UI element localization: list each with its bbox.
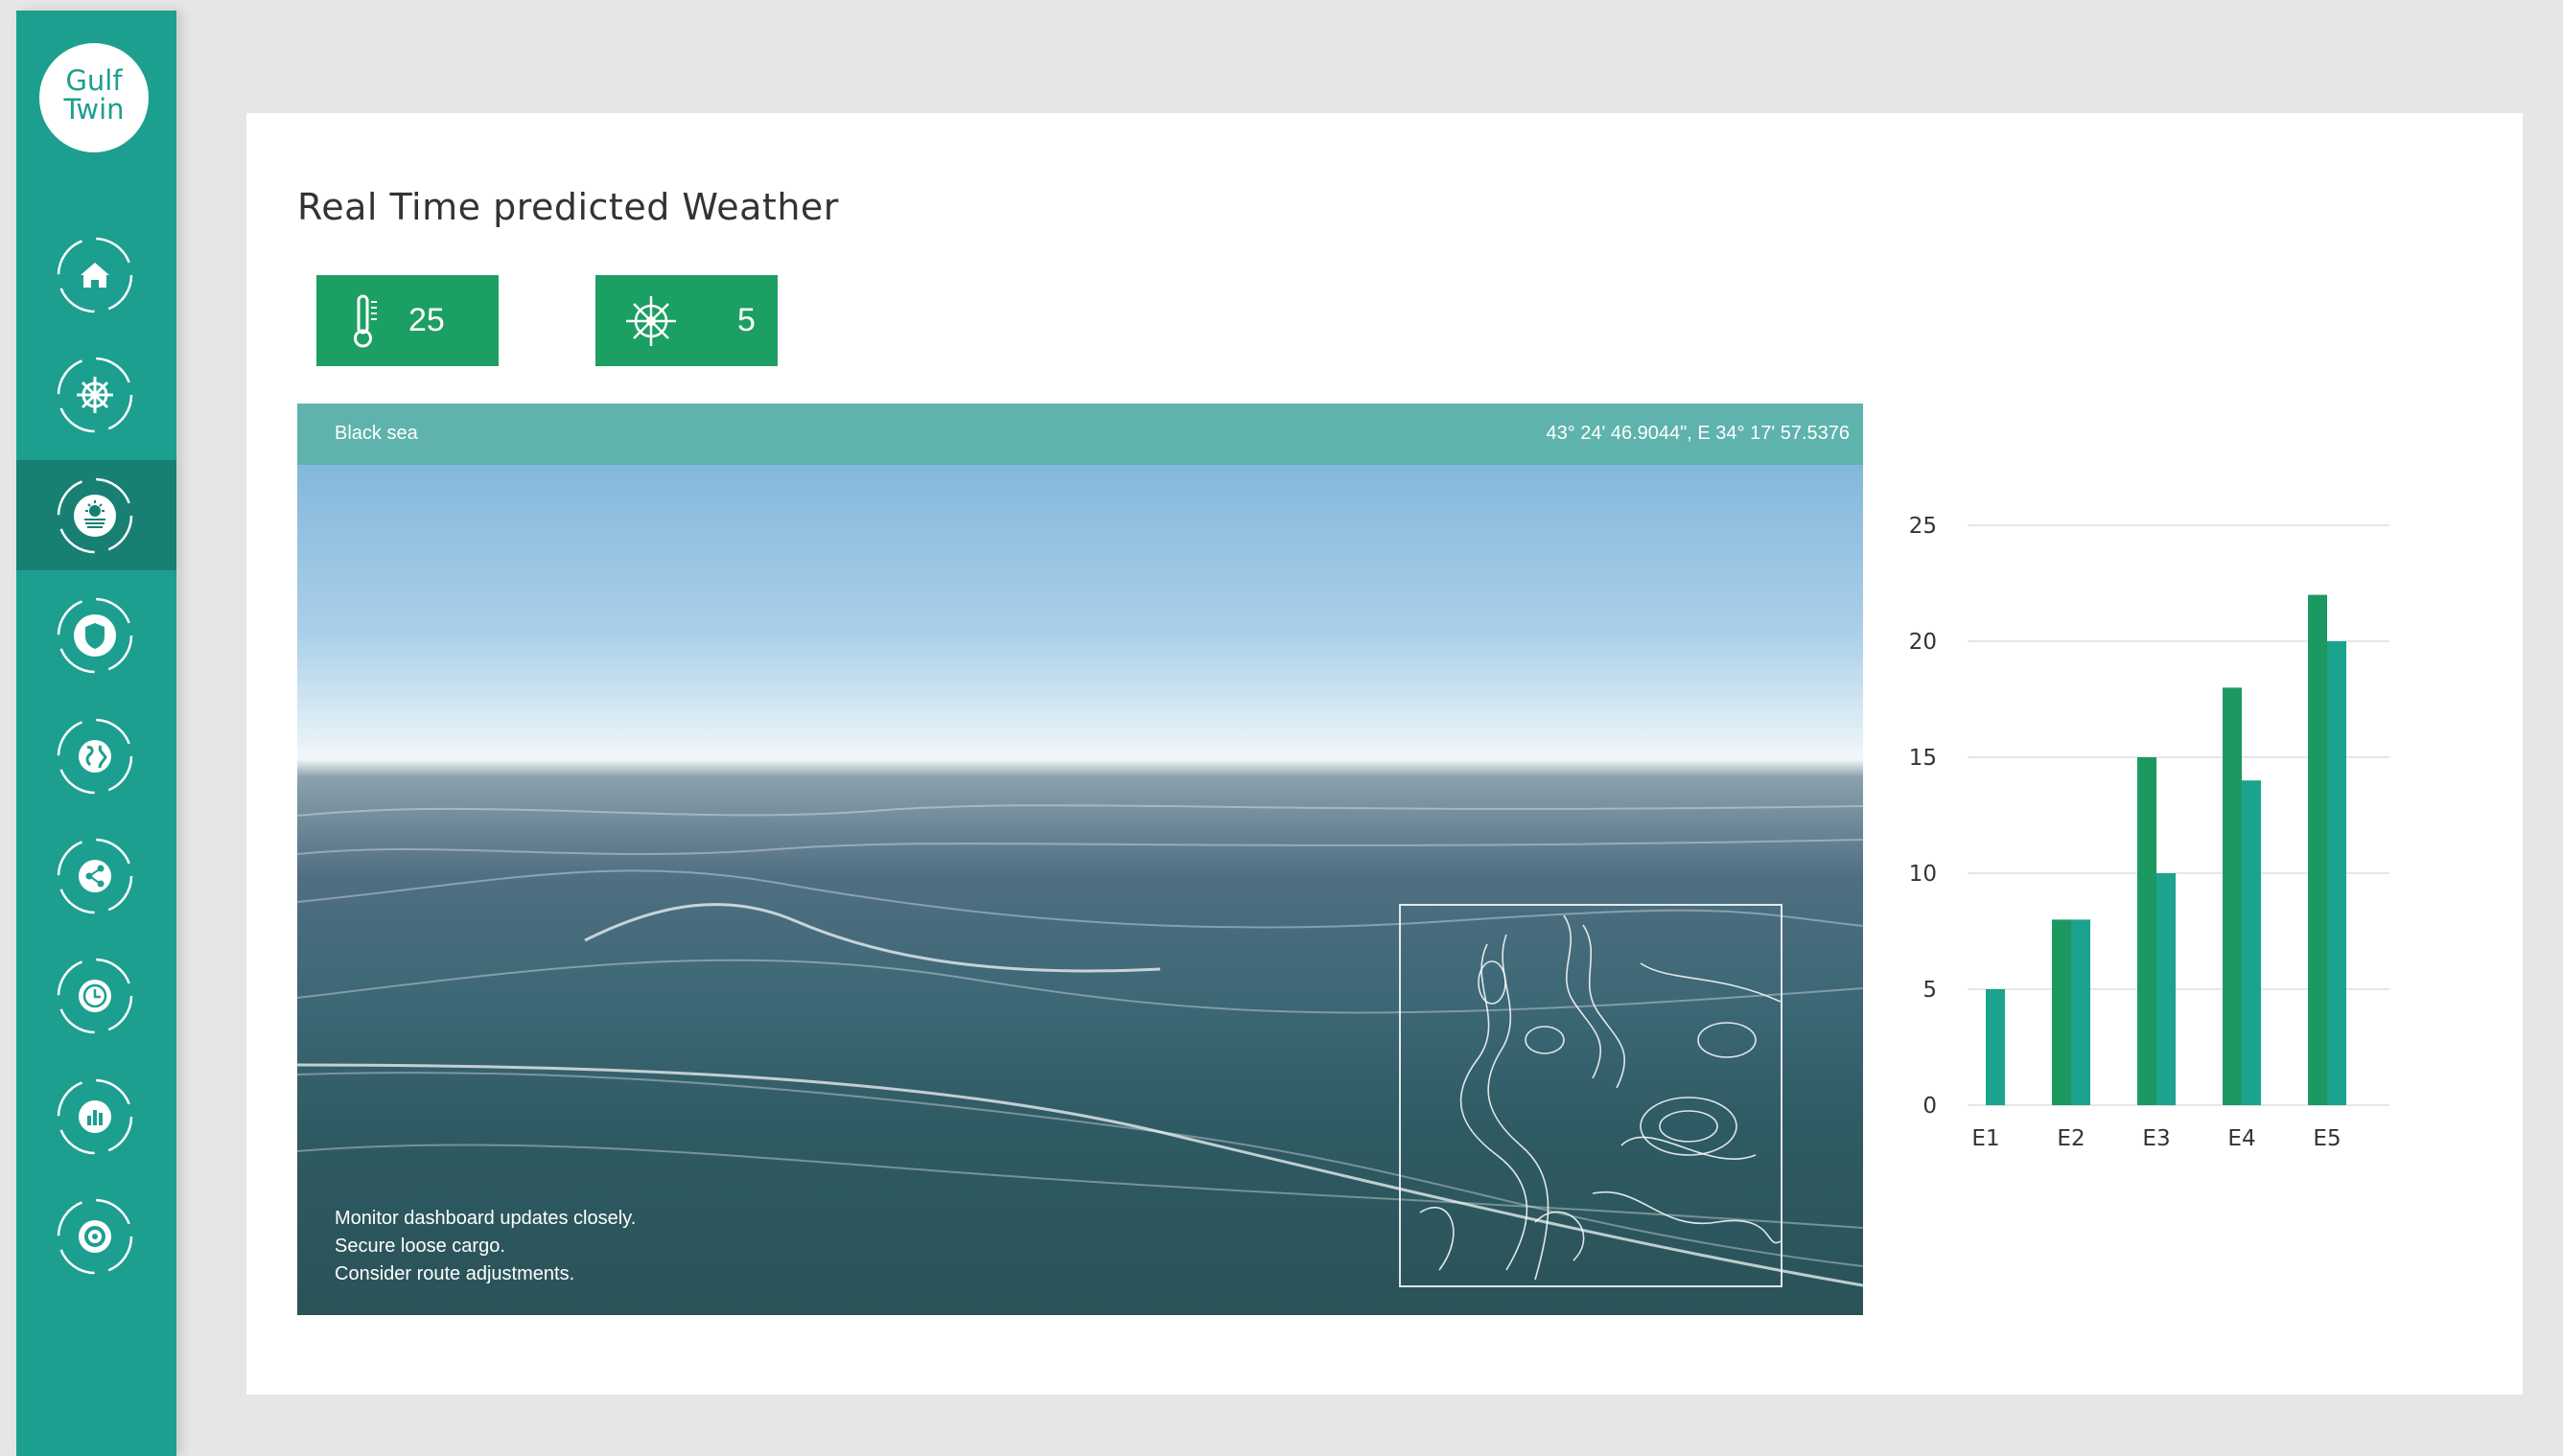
bar-E3-series-1 — [2137, 757, 2156, 1105]
app-logo[interactable]: Gulf Twin — [39, 43, 149, 152]
bar-chart-svg: 0 5 10 15 20 25 E1 E2 E3 E4 E5 — [1909, 514, 2389, 1151]
gear-icon — [56, 1197, 134, 1276]
globe-icon — [56, 717, 134, 796]
bar-E4-series-1 — [2223, 687, 2242, 1105]
sea-header-bar: Black sea 43° 24' 46.9044", E 34° 17' 57… — [297, 404, 1863, 465]
advice-list: Monitor dashboard updates closely. Secur… — [335, 1205, 636, 1288]
sidebar-item-weather-sun[interactable] — [16, 459, 176, 570]
bar-chart: 0 5 10 15 20 25 E1 E2 E3 E4 E5 — [1891, 404, 2524, 1362]
main-panel: Real Time predicted Weather 25 5 Black s… — [246, 113, 2523, 1395]
temperature-value: 25 — [408, 302, 445, 338]
ship-wheel-icon — [56, 356, 134, 434]
sidebar-item-gear[interactable] — [16, 1181, 176, 1291]
bar-E5-series-2 — [2327, 641, 2346, 1105]
sidebar-item-ship-wheel[interactable] — [16, 339, 176, 450]
y-tick-label: 15 — [1909, 746, 1937, 771]
ship-wheel-icon — [626, 295, 676, 346]
x-tick-label: E4 — [2227, 1126, 2255, 1151]
bar-E4-series-2 — [2242, 780, 2261, 1105]
x-tick-label: E2 — [2057, 1126, 2085, 1151]
sidebar-item-share[interactable] — [16, 820, 176, 931]
thermometer-icon — [354, 294, 377, 347]
home-icon — [56, 236, 134, 314]
advice-line: Secure loose cargo. — [335, 1236, 505, 1257]
sidebar: Gulf Twin — [16, 11, 176, 1456]
advice-line: Monitor dashboard updates closely. — [335, 1208, 637, 1229]
advice-line: Consider route adjustments. — [335, 1263, 575, 1284]
bar-E2-series-2 — [2071, 919, 2090, 1105]
y-tick-label: 0 — [1922, 1094, 1937, 1119]
location-coordinates: 43° 24' 46.9044", E 34° 17' 57.5376 — [1546, 423, 1850, 444]
x-tick-label: E5 — [2313, 1126, 2341, 1151]
sidebar-item-shield[interactable] — [16, 580, 176, 690]
wind-value: 5 — [737, 302, 756, 338]
y-tick-label: 20 — [1909, 630, 1937, 655]
bar-E1-series-2 — [1986, 989, 2005, 1105]
bar-chart-icon — [56, 1077, 134, 1156]
wind-badge: 5 — [595, 275, 778, 366]
y-tick-label: 5 — [1922, 978, 1937, 1003]
location-name: Black sea — [335, 423, 418, 444]
sea-view: Black sea 43° 24' 46.9044", E 34° 17' 57… — [297, 404, 1863, 1315]
share-icon — [56, 837, 134, 915]
bar-E5-series-1 — [2308, 594, 2327, 1105]
logo-line-2: Twin — [63, 93, 125, 126]
logo-line-1: Gulf — [65, 64, 123, 97]
shield-icon — [56, 596, 134, 675]
clock-icon — [56, 957, 134, 1035]
x-tick-label: E3 — [2142, 1126, 2170, 1151]
bar-E2-series-1 — [2052, 919, 2071, 1105]
sidebar-item-clock[interactable] — [16, 940, 176, 1051]
contour-map — [1399, 904, 1782, 1287]
sidebar-item-home[interactable] — [16, 220, 176, 330]
bar-E3-series-2 — [2156, 873, 2176, 1105]
temperature-badge: 25 — [316, 275, 499, 366]
page-title: Real Time predicted Weather — [297, 186, 839, 228]
sidebar-item-bar-chart[interactable] — [16, 1061, 176, 1171]
y-tick-label: 25 — [1909, 514, 1937, 539]
weather-sun-icon — [56, 476, 134, 555]
x-tick-label: E1 — [1971, 1126, 1999, 1151]
sidebar-item-globe[interactable] — [16, 701, 176, 811]
y-tick-label: 10 — [1909, 862, 1937, 887]
